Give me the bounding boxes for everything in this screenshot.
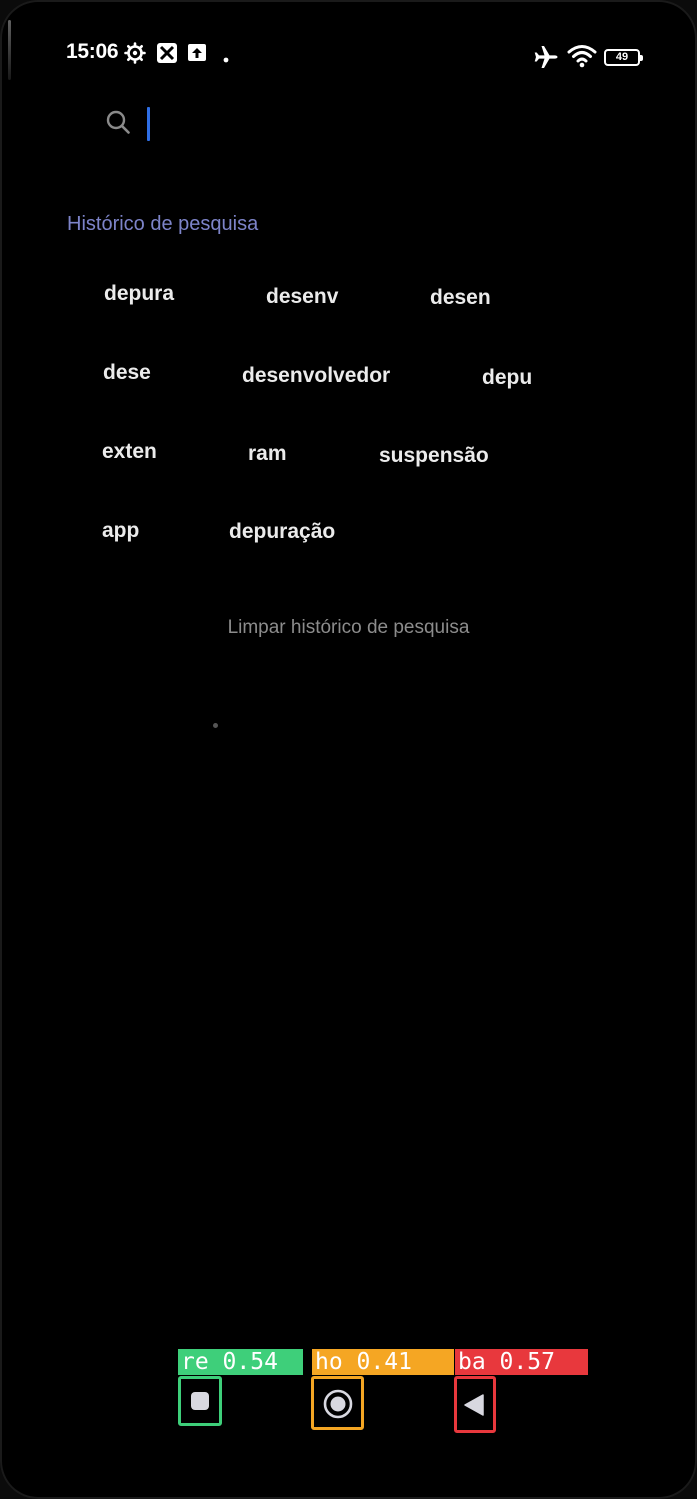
triangle-back-icon (462, 1393, 486, 1422)
square-icon (190, 1391, 210, 1416)
back-button[interactable] (454, 1376, 496, 1433)
history-item-ram[interactable]: ram (248, 442, 287, 466)
home-detection-tag: ho 0.41 (312, 1349, 454, 1375)
wifi-icon (567, 44, 597, 68)
dot-icon (223, 50, 229, 70)
gear-icon (124, 42, 146, 64)
battery-icon: 49 (604, 49, 643, 66)
recents-detection-tag: re 0.54 (178, 1349, 303, 1375)
recents-button[interactable] (178, 1376, 222, 1426)
clear-history-button[interactable]: Limpar histórico de pesquisa (0, 617, 697, 639)
screen-speck (213, 723, 218, 728)
battery-level: 49 (615, 51, 629, 63)
history-item-depuracao[interactable]: depuração (229, 520, 335, 544)
history-item-suspensao[interactable]: suspensão (379, 444, 489, 468)
search-icon (104, 108, 132, 141)
status-time: 15:06 (66, 40, 119, 63)
status-bar: 15:06 49 (0, 36, 697, 72)
upload-icon (187, 42, 207, 62)
history-item-desen[interactable]: desen (430, 286, 491, 310)
history-item-app[interactable]: app (102, 519, 139, 543)
back-detection-tag: ba 0.57 (455, 1349, 588, 1375)
history-title: Histórico de pesquisa (67, 213, 259, 235)
history-item-depu[interactable]: depu (482, 366, 532, 390)
phone-screen: 15:06 49 Histórico de pesquisa depura de… (0, 0, 697, 1499)
circle-icon (322, 1388, 354, 1425)
x-app-icon (156, 42, 178, 63)
history-item-depura[interactable]: depura (104, 282, 174, 306)
history-item-desenv[interactable]: desenv (266, 285, 338, 309)
text-cursor (147, 107, 150, 141)
history-item-exten[interactable]: exten (102, 440, 157, 464)
home-button[interactable] (311, 1376, 364, 1430)
history-item-desenvolvedor[interactable]: desenvolvedor (242, 364, 390, 388)
history-item-dese[interactable]: dese (103, 361, 151, 385)
airplane-icon (533, 44, 559, 68)
search-bar[interactable] (104, 104, 624, 144)
search-input[interactable] (144, 104, 620, 144)
